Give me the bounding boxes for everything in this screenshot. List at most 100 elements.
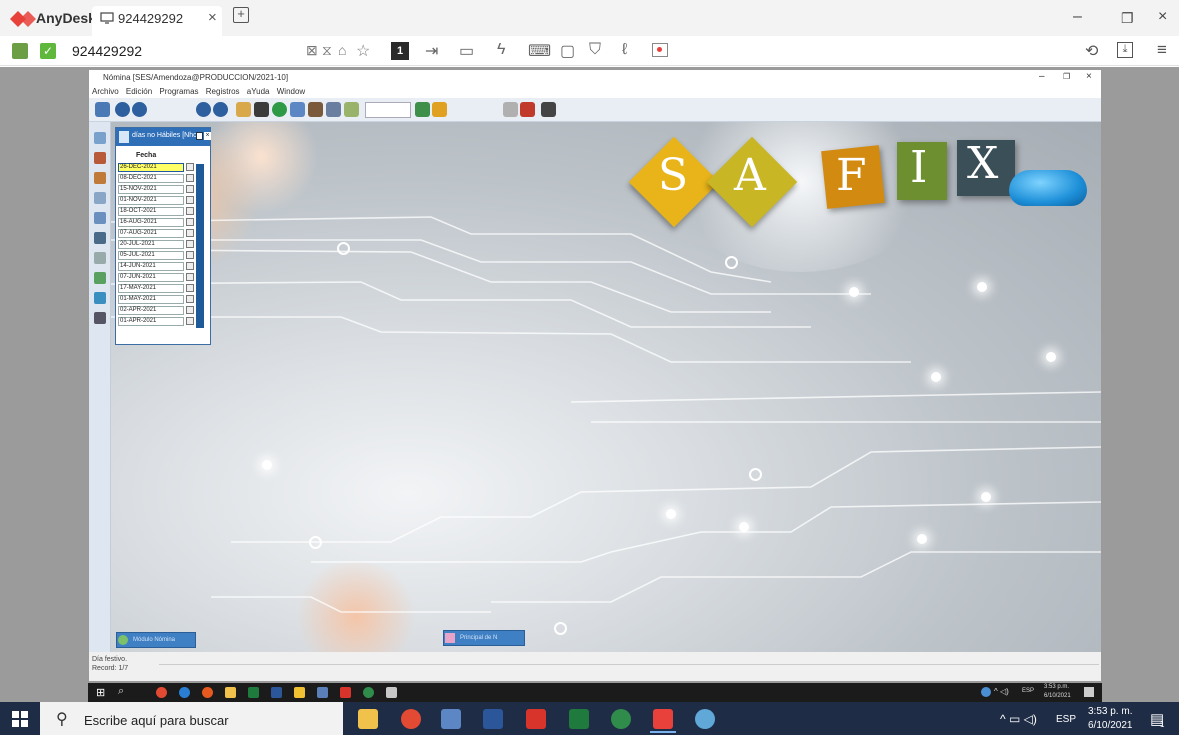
minimized-window-principal[interactable]: Principal de N	[443, 630, 525, 646]
search-binoculars-icon[interactable]	[326, 102, 341, 117]
hourglass-icon[interactable]: ⧖	[322, 42, 332, 59]
file-explorer-icon[interactable]	[358, 709, 378, 729]
child-save-icon[interactable]	[196, 132, 203, 140]
privacy-shield-icon[interactable]: ⛉	[589, 41, 601, 59]
insert-icon[interactable]	[272, 102, 287, 117]
save-icon[interactable]	[254, 102, 269, 117]
app-close-button[interactable]: ×	[1086, 71, 1092, 82]
row-checkbox[interactable]	[186, 218, 194, 226]
app-restore-button[interactable]: ❐	[1063, 72, 1070, 81]
remote-time[interactable]: 3:53 p.m.	[1044, 684, 1069, 690]
remote-search-icon[interactable]: ⌕	[118, 685, 124, 698]
exit-door-icon[interactable]	[541, 102, 556, 117]
query-icon[interactable]	[236, 102, 251, 117]
app-minimize-button[interactable]: –	[1039, 71, 1045, 82]
row-checkbox[interactable]	[186, 163, 194, 171]
row-checkbox[interactable]	[186, 196, 194, 204]
sticky-notes-icon[interactable]	[294, 687, 305, 698]
phone-icon[interactable]	[94, 232, 106, 244]
row-checkbox[interactable]	[186, 229, 194, 237]
employees-icon[interactable]	[94, 152, 106, 164]
display-icon[interactable]: ▢	[560, 41, 575, 61]
chrome-icon[interactable]	[401, 709, 421, 729]
date-row[interactable]: 20-JUL-2021	[118, 240, 184, 249]
screenshot-icon[interactable]	[652, 43, 668, 57]
date-row[interactable]: 01-MAY-2021	[118, 295, 184, 304]
date-row[interactable]: 08-DEC-2021	[118, 174, 184, 183]
minimize-button[interactable]: –	[1073, 8, 1082, 26]
remote-lang[interactable]: ESP	[1022, 688, 1034, 694]
date-row[interactable]: 16-AUG-2021	[118, 218, 184, 227]
display-1-button[interactable]: 1	[391, 42, 409, 60]
refresh-icon[interactable]	[415, 102, 430, 117]
system-tray-icons[interactable]: ^ ▭ ◁)	[1000, 712, 1037, 726]
history-icon[interactable]: ⟲	[1085, 41, 1098, 61]
restore-button[interactable]: ❐	[1121, 10, 1134, 27]
row-checkbox[interactable]	[186, 317, 194, 325]
menu-archivo[interactable]: Archivo	[92, 87, 119, 96]
menu-window[interactable]: Window	[277, 87, 305, 96]
remote-tray-app-icon[interactable]	[981, 687, 991, 697]
anydesk-icon[interactable]	[340, 687, 351, 698]
firefox-icon[interactable]	[202, 687, 213, 698]
acrobat-icon[interactable]	[526, 709, 546, 729]
report-icon[interactable]	[344, 102, 359, 117]
paint-icon[interactable]	[695, 709, 715, 729]
date-row[interactable]: 07-JUN-2021	[118, 273, 184, 282]
excel-icon[interactable]	[248, 687, 259, 698]
row-checkbox[interactable]	[186, 295, 194, 303]
date-row[interactable]: 01-APR-2021	[118, 317, 184, 326]
menu-edicion[interactable]: Edición	[126, 87, 152, 96]
settings-icon[interactable]	[94, 292, 106, 304]
date-row[interactable]: 26-DEC-2021	[118, 163, 184, 172]
menu-hamburger-icon[interactable]: ≡	[1157, 40, 1167, 60]
menu-programas[interactable]: Programas	[159, 87, 198, 96]
module-icon[interactable]	[94, 132, 106, 144]
date-row[interactable]: 14-JUN-2021	[118, 262, 184, 271]
local-date[interactable]: 6/10/2021	[1088, 720, 1133, 731]
whiteboard-pen-icon[interactable]: ℓ	[622, 41, 627, 59]
row-checkbox[interactable]	[186, 262, 194, 270]
delete-icon[interactable]	[290, 102, 305, 117]
row-checkbox[interactable]	[186, 284, 194, 292]
explorer-icon[interactable]	[225, 687, 236, 698]
date-row[interactable]: 01-NOV-2021	[118, 196, 184, 205]
safix-app-icon[interactable]	[386, 687, 397, 698]
row-checkbox[interactable]	[186, 240, 194, 248]
local-time[interactable]: 3:53 p. m.	[1088, 706, 1132, 717]
calendar-icon[interactable]	[94, 192, 106, 204]
cylinder-icon[interactable]: ⌂	[338, 42, 346, 58]
document-icon[interactable]	[94, 252, 106, 264]
people-icon[interactable]	[94, 172, 106, 184]
child-close-icon[interactable]: ×	[204, 132, 211, 140]
remote-address[interactable]: 924429292	[72, 43, 142, 59]
users-icon[interactable]	[94, 272, 106, 284]
first-record-icon[interactable]	[115, 102, 130, 117]
chat-icon[interactable]: ▭	[459, 41, 474, 61]
menu-registros[interactable]: Registros	[206, 87, 240, 96]
date-row[interactable]: 17-MAY-2021	[118, 284, 184, 293]
download-icon[interactable]: ⤓	[1117, 42, 1133, 58]
payroll-icon[interactable]	[94, 212, 106, 224]
word-icon[interactable]	[271, 687, 282, 698]
new-tab-button[interactable]: +	[233, 7, 249, 23]
date-row[interactable]: 15-NOV-2021	[118, 185, 184, 194]
local-lang[interactable]: ESP	[1056, 714, 1076, 725]
minimized-window-modulo-nomina[interactable]: Módulo Nómina	[116, 632, 196, 648]
tool-pointer-icon[interactable]	[95, 102, 110, 117]
chrome-icon[interactable]	[156, 687, 167, 698]
help-icon[interactable]	[503, 102, 518, 117]
remote-date[interactable]: 6/10/2021	[1044, 693, 1071, 699]
permissions-icon[interactable]: ⊠	[306, 42, 318, 59]
close-tab-icon[interactable]: ×	[208, 9, 217, 26]
date-row[interactable]: 05-JUL-2021	[118, 251, 184, 260]
last-record-icon[interactable]	[213, 102, 228, 117]
input-icon[interactable]: ⇥	[425, 41, 438, 61]
remote-start-icon[interactable]: ⊞	[96, 686, 105, 699]
date-row[interactable]: 02-APR-2021	[118, 306, 184, 315]
row-checkbox[interactable]	[186, 273, 194, 281]
next-record-icon[interactable]	[196, 102, 211, 117]
row-checkbox[interactable]	[186, 174, 194, 182]
row-checkbox[interactable]	[186, 207, 194, 215]
dias-no-habiles-window[interactable]: días no Hábiles [Nhc × Fecha 26-DEC-2021…	[115, 127, 211, 345]
